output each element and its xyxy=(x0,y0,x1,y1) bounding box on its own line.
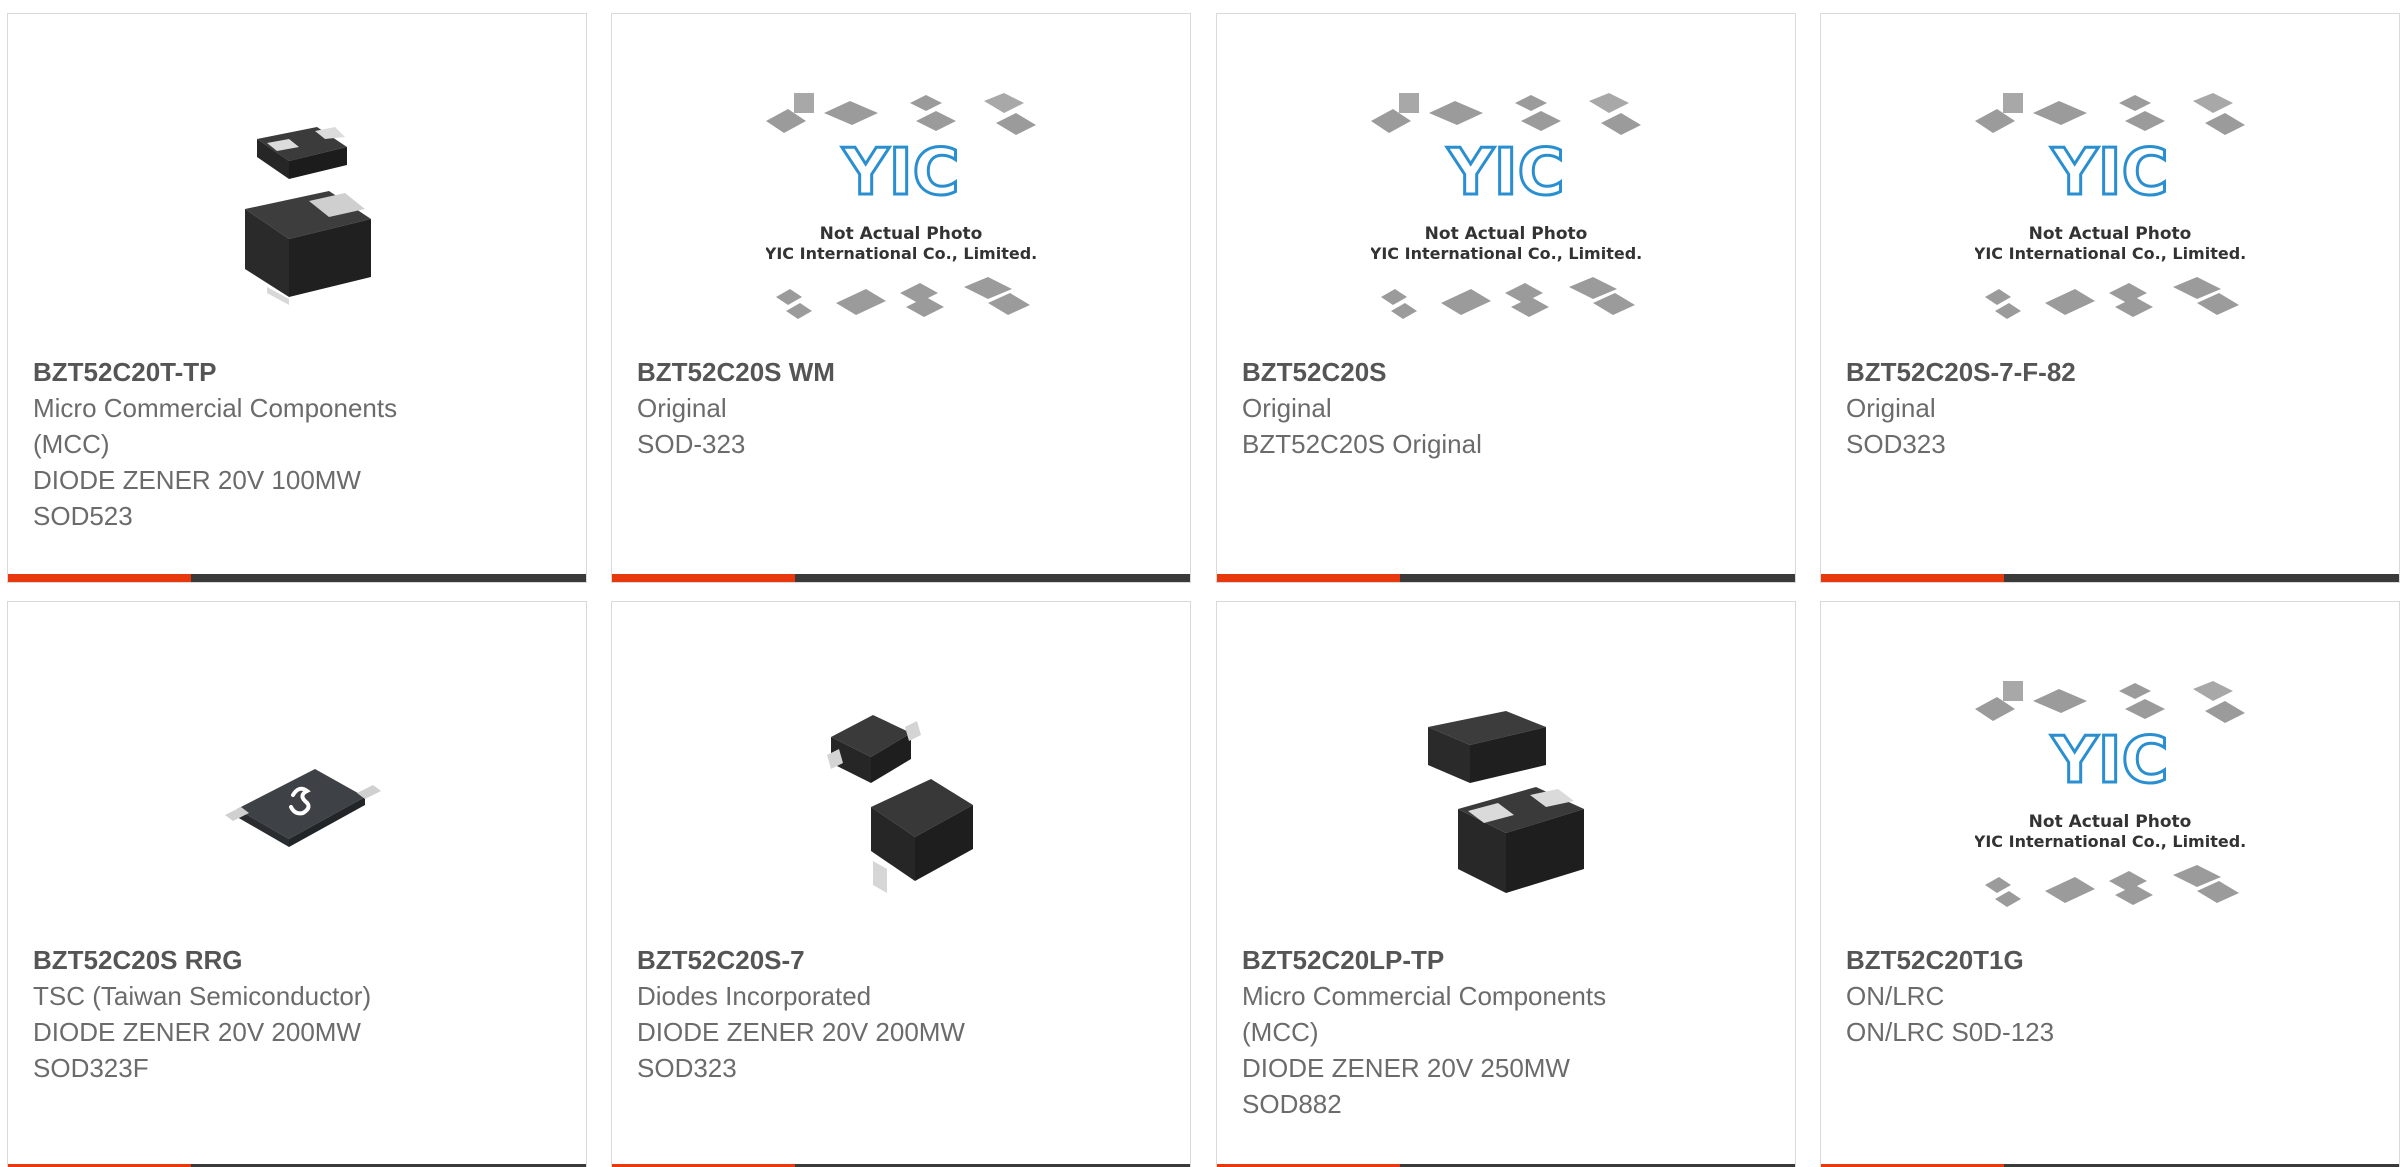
card-accent-bar xyxy=(612,574,1190,582)
sod323f-package-icon xyxy=(225,769,381,847)
yic-company-text: YIC International Co., Limited. xyxy=(766,244,1036,263)
product-card[interactable]: YIC Not Actual Photo YIC International C… xyxy=(1216,13,1796,583)
manufacturer: ON/LRC xyxy=(1846,981,1945,1011)
product-info: BZT52C20T-TP Micro Commercial Components… xyxy=(33,354,561,534)
part-number[interactable]: BZT52C20S RRG xyxy=(33,942,561,978)
sod323-package-icon xyxy=(827,715,973,893)
part-number[interactable]: BZT52C20S xyxy=(1242,354,1770,390)
product-info: BZT52C20S WM Original SOD-323 xyxy=(637,354,1165,462)
yic-placeholder-image: YIC Not Actual Photo YIC International C… xyxy=(1371,93,1641,319)
description: DIODE ZENER 20V 200MW xyxy=(33,1017,361,1047)
yic-placeholder-image: YIC Not Actual Photo YIC International C… xyxy=(766,93,1036,319)
product-image[interactable] xyxy=(612,642,1190,952)
yic-company-text: YIC International Co., Limited. xyxy=(1975,832,2245,851)
description: DIODE ZENER 20V 100MW xyxy=(33,465,361,495)
yic-logo: YIC xyxy=(2050,136,2168,210)
product-info: BZT52C20LP-TP Micro Commercial Component… xyxy=(1242,942,1770,1122)
card-accent-bar xyxy=(1217,574,1795,582)
product-card[interactable]: YIC Not Actual Photo YIC International C… xyxy=(1820,601,2400,1167)
yic-logo: YIC xyxy=(841,136,959,210)
package: SOD523 xyxy=(33,501,133,531)
part-number[interactable]: BZT52C20T-TP xyxy=(33,354,561,390)
manufacturer: Original xyxy=(637,393,727,423)
product-info: BZT52C20S-7 Diodes Incorporated DIODE ZE… xyxy=(637,942,1165,1086)
manufacturer: Micro Commercial Components xyxy=(33,393,398,423)
product-card[interactable]: YIC Not Actual Photo YIC International C… xyxy=(1820,13,2400,583)
manufacturer-abbrev: (MCC) xyxy=(33,429,110,459)
manufacturer-abbrev: (MCC) xyxy=(1242,1017,1319,1047)
sod882-package-icon xyxy=(1428,711,1584,893)
yic-placeholder-image: YIC Not Actual Photo YIC International C… xyxy=(1975,681,2245,907)
manufacturer: TSC (Taiwan Semiconductor) xyxy=(33,981,372,1011)
part-number[interactable]: BZT52C20S WM xyxy=(637,354,1165,390)
sod523-package-icon xyxy=(245,127,371,305)
part-number[interactable]: BZT52C20LP-TP xyxy=(1242,942,1770,978)
yic-logo: YIC xyxy=(2050,724,2168,798)
not-actual-photo-text: Not Actual Photo xyxy=(2029,224,2192,244)
product-image[interactable]: YIC Not Actual Photo YIC International C… xyxy=(1217,54,1795,364)
product-image[interactable] xyxy=(8,54,586,364)
manufacturer: Original xyxy=(1846,393,1936,423)
product-image[interactable]: YIC Not Actual Photo YIC International C… xyxy=(1821,642,2399,952)
manufacturer: Micro Commercial Components xyxy=(1242,981,1607,1011)
description: DIODE ZENER 20V 200MW xyxy=(637,1017,965,1047)
product-image[interactable] xyxy=(8,642,586,952)
product-card[interactable]: BZT52C20T-TP Micro Commercial Components… xyxy=(7,13,587,583)
package: SOD-323 xyxy=(637,429,746,459)
package: SOD882 xyxy=(1242,1089,1342,1119)
yic-logo: YIC xyxy=(1446,136,1564,210)
product-grid: BZT52C20T-TP Micro Commercial Components… xyxy=(0,0,2400,1167)
yic-company-text: YIC International Co., Limited. xyxy=(1975,244,2245,263)
yic-company-text: YIC International Co., Limited. xyxy=(1371,244,1641,263)
product-info: BZT52C20S-7-F-82 Original SOD323 xyxy=(1846,354,2374,462)
product-info: BZT52C20S RRG TSC (Taiwan Semiconductor)… xyxy=(33,942,561,1086)
product-info: BZT52C20T1G ON/LRC ON/LRC S0D-123 xyxy=(1846,942,2374,1050)
product-image[interactable]: YIC Not Actual Photo YIC International C… xyxy=(612,54,1190,364)
product-card[interactable]: BZT52C20S-7 Diodes Incorporated DIODE ZE… xyxy=(611,601,1191,1167)
product-card[interactable]: BZT52C20LP-TP Micro Commercial Component… xyxy=(1216,601,1796,1167)
card-accent-bar xyxy=(1821,574,2399,582)
product-card[interactable]: BZT52C20S RRG TSC (Taiwan Semiconductor)… xyxy=(7,601,587,1167)
product-image[interactable] xyxy=(1217,642,1795,952)
card-accent-bar xyxy=(8,574,586,582)
description: DIODE ZENER 20V 250MW xyxy=(1242,1053,1570,1083)
product-card[interactable]: YIC Not Actual Photo YIC International C… xyxy=(611,13,1191,583)
part-number[interactable]: BZT52C20S-7-F-82 xyxy=(1846,354,2374,390)
package: SOD323 xyxy=(1846,429,1946,459)
part-number[interactable]: BZT52C20T1G xyxy=(1846,942,2374,978)
package: SOD323F xyxy=(33,1053,149,1083)
not-actual-photo-text: Not Actual Photo xyxy=(820,224,983,244)
package: ON/LRC S0D-123 xyxy=(1846,1017,2055,1047)
yic-placeholder-image: YIC Not Actual Photo YIC International C… xyxy=(1975,93,2245,319)
not-actual-photo-text: Not Actual Photo xyxy=(1425,224,1588,244)
manufacturer: Original xyxy=(1242,393,1332,423)
package: SOD323 xyxy=(637,1053,737,1083)
description: BZT52C20S Original xyxy=(1242,429,1482,459)
product-info: BZT52C20S Original BZT52C20S Original xyxy=(1242,354,1770,462)
not-actual-photo-text: Not Actual Photo xyxy=(2029,812,2192,832)
manufacturer: Diodes Incorporated xyxy=(637,981,872,1011)
product-image[interactable]: YIC Not Actual Photo YIC International C… xyxy=(1821,54,2399,364)
part-number[interactable]: BZT52C20S-7 xyxy=(637,942,1165,978)
